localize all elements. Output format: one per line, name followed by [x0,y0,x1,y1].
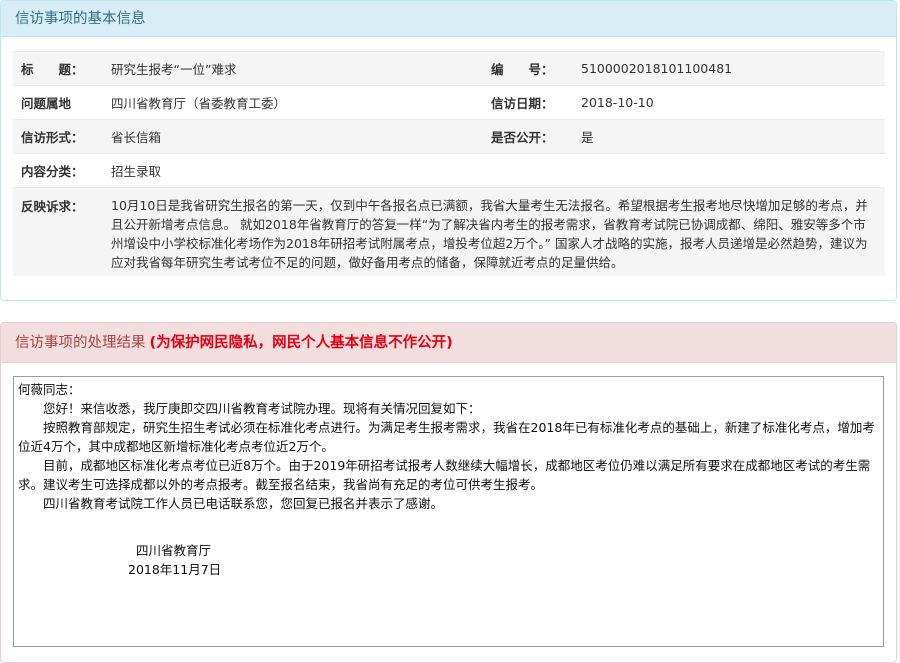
appeal-content: 10月10日是我省研究生报名的第一天，仅到中午各报名点已满额，我省大量考生无法报… [111,198,868,270]
info-row: 信访形式： 省长信箱 是否公开： 是 [13,119,885,153]
number-value: 510000201810110048​1 [581,61,733,76]
info-row: 问题属地 四川省教育厅（省委教育工委） 信访日期： 2018-10-10 [13,85,885,119]
date-value: 2018-10-10 [581,95,654,110]
region-value: 四川省教育厅（省委教育工委） [111,96,287,111]
reply-paragraph: 按照教育部规定，研究生招生考试必须在标准化考点进行。为满足考生报考需求，我省在2… [18,420,875,454]
reply-signature: 四川省教育厅 [136,543,212,558]
result-heading: 信访事项的处理结果 (为保护网民隐私，网民个人基本信息不作公开) [1,323,896,363]
form-label: 信访形式： [21,130,84,145]
reply-paragraph: 四川省教育考试院工作人员已电话联系您，您回复已报名并表示了感谢。 [43,496,444,511]
category-label: 内容分类： [21,164,84,179]
info-row: 反映诉求： 10月10日是我省研究生报名的第一天，仅到中午各报名点已满额，我省大… [13,187,885,276]
reply-signature-block: 四川省教育厅 2018年11月7日 [18,541,879,579]
reply-date: 2018年11月7日 [128,562,222,577]
form-value: 省长信箱 [111,130,162,145]
date-label: 信访日期： [491,96,554,111]
result-title: 信访事项的处理结果 [15,335,146,351]
info-row: 内容分类： 招生录取 [13,153,885,187]
title-value: 研究生报考“一位”难求 [111,62,237,77]
basic-info-table: 标 题： 研究生报考“一位”难求 编 号： 510000201810110048… [13,51,885,276]
info-row: 标 题： 研究生报考“一位”难求 编 号： 510000201810110048… [13,51,885,85]
basic-info-panel: 信访事项的基本信息 标 题： 研究生报考“一位”难求 编 号： 51000020… [0,0,897,301]
title-label: 标 题： [21,62,84,77]
reply-paragraph: 目前，成都地区标准化考点考位已近8万个。由于2019年研招考试报考人数继续大幅增… [18,458,871,492]
reply-greeting: 何薇同志： [18,382,81,397]
reply-textarea[interactable]: 何薇同志： 您好！来信收悉，我厅庚即交四川省教育考试院办理。现将有关情况回复如下… [13,376,884,647]
appeal-label: 反映诉求： [21,199,84,214]
category-value: 招生录取 [111,164,162,179]
public-value: 是 [581,130,594,145]
region-label: 问题属地 [21,96,72,111]
privacy-note: (为保护网民隐私，网民个人基本信息不作公开) [149,335,453,351]
reply-paragraph: 您好！来信收悉，我厅庚即交四川省教育考试院办理。现将有关情况回复如下： [43,401,481,416]
number-label: 编 号： [491,62,554,77]
public-label: 是否公开： [491,130,554,145]
basic-info-heading: 信访事项的基本信息 [1,1,896,37]
